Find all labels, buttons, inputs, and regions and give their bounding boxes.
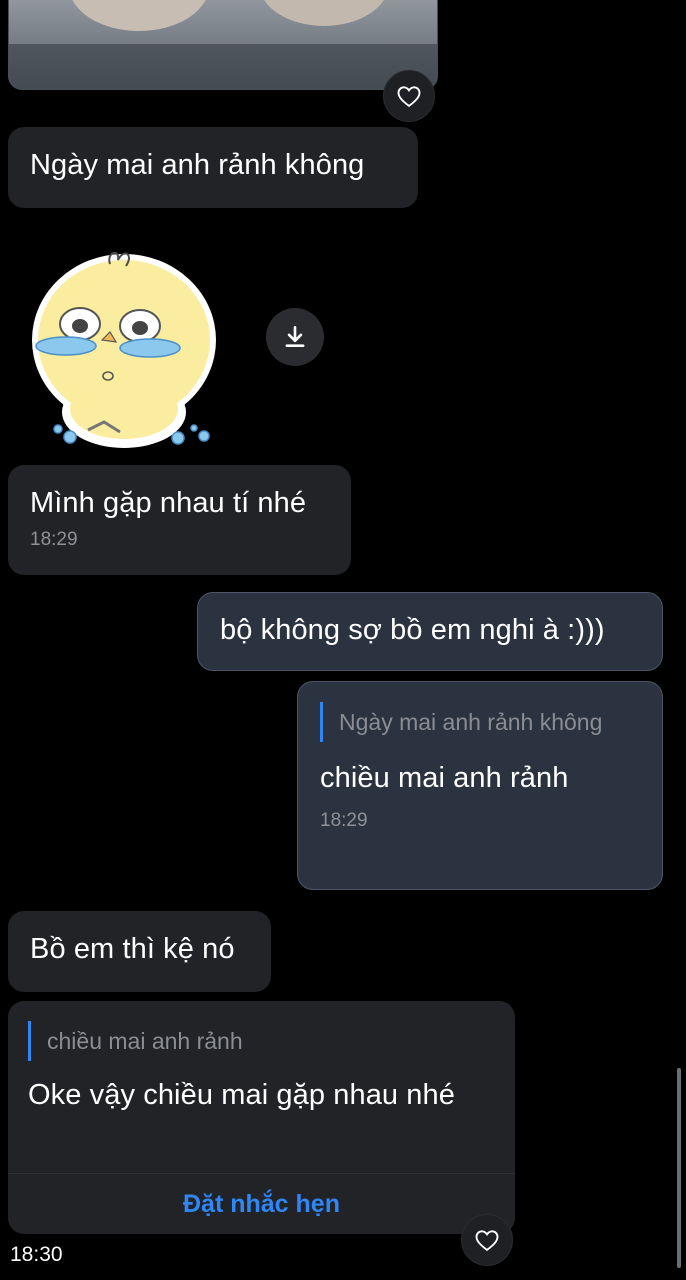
heart-icon: [475, 1230, 499, 1252]
set-reminder-button[interactable]: Đặt nhắc hẹn: [8, 1174, 515, 1234]
image-message[interactable]: [8, 0, 438, 90]
crying-chick-sticker[interactable]: [28, 244, 228, 452]
message-text: Bồ em thì kệ nó: [30, 933, 235, 965]
incoming-message[interactable]: Ngày mai anh rảnh không: [8, 127, 418, 208]
message-text: Ngày mai anh rảnh không: [30, 149, 365, 181]
message-text: bộ không sợ bồ em nghi à :))): [220, 614, 605, 646]
image-content: [69, 0, 209, 31]
incoming-reply-message[interactable]: chiều mai anh rảnh Oke vậy chiều mai gặp…: [8, 1001, 515, 1234]
chat-screen: Ngày mai anh rảnh không Mình gặp nhau tí…: [0, 0, 686, 1280]
download-icon: [285, 325, 305, 347]
incoming-message[interactable]: Bồ em thì kệ nó: [8, 911, 271, 992]
image-content: [259, 0, 389, 26]
message-text: Oke vậy chiều mai gặp nhau nhé: [28, 1079, 455, 1111]
heart-reaction-button[interactable]: [461, 1214, 513, 1266]
outgoing-message[interactable]: bộ không sợ bồ em nghi à :))): [197, 592, 663, 671]
message-text: Mình gặp nhau tí nhé: [30, 487, 307, 519]
message-time: 18:29: [320, 810, 368, 831]
image-shade: [9, 44, 437, 89]
heart-icon: [397, 86, 421, 108]
message-time: 18:30: [0, 1238, 90, 1272]
outgoing-reply-message[interactable]: Ngày mai anh rảnh không chiều mai anh rả…: [297, 681, 663, 890]
download-button[interactable]: [266, 308, 324, 366]
scrollbar[interactable]: [677, 1068, 681, 1268]
quoted-message[interactable]: chiều mai anh rảnh: [28, 1021, 495, 1061]
quoted-message[interactable]: Ngày mai anh rảnh không: [320, 702, 640, 742]
heart-reaction-button[interactable]: [383, 70, 435, 122]
message-time: 18:29: [30, 529, 78, 550]
message-text: chiều mai anh rảnh: [320, 762, 569, 794]
incoming-message[interactable]: Mình gặp nhau tí nhé 18:29: [8, 465, 351, 575]
